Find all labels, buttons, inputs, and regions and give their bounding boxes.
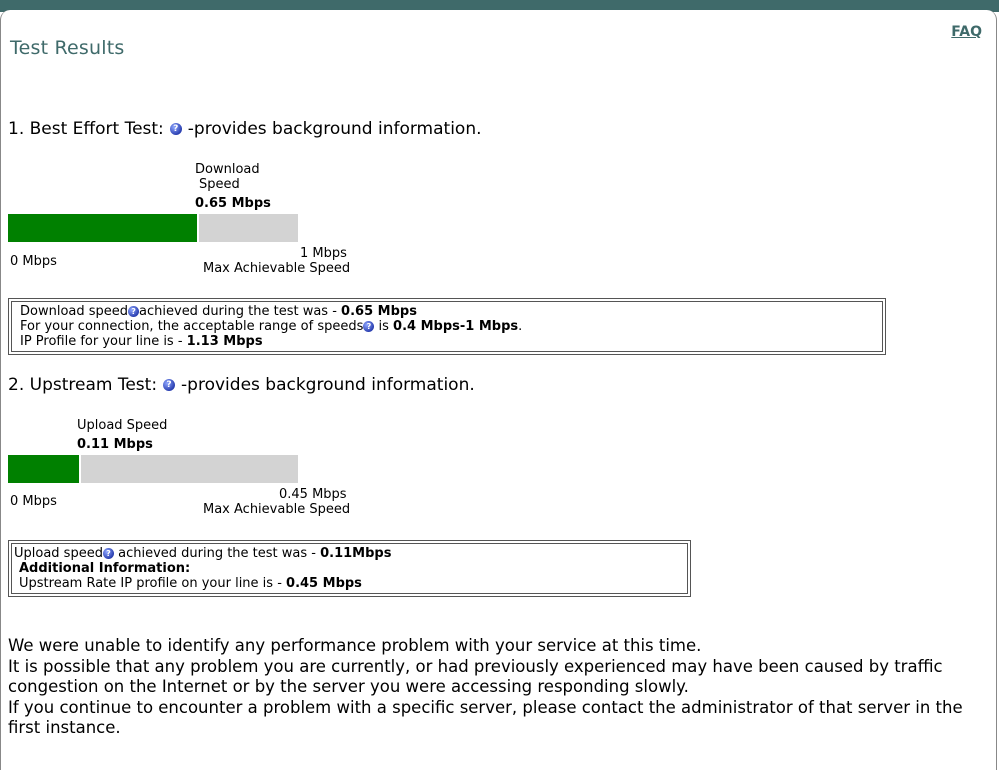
help-icon[interactable]: ?	[363, 321, 375, 332]
download-info-line-2: For your connection, the acceptable rang…	[20, 319, 523, 334]
upload-speed-bar	[8, 455, 298, 483]
upload-max-value: 0.45 Mbps	[279, 487, 347, 502]
upload-speed-label: Upload Speed	[77, 418, 168, 433]
best-effort-heading-suffix: -provides background information.	[187, 119, 482, 139]
summary-text: We were unable to identify any performan…	[8, 636, 983, 739]
upload-info-line-1: Upload speed? achieved during the test w…	[14, 546, 392, 561]
upload-info-box: Upload speed? achieved during the test w…	[8, 540, 691, 597]
upload-speed-bar-fill	[8, 455, 81, 483]
summary-line-3: If you continue to encounter a problem w…	[8, 697, 963, 738]
download-max-value: 1 Mbps	[300, 246, 347, 261]
page-title: Test Results	[10, 37, 125, 59]
upload-speed-value: 0.11 Mbps	[77, 437, 153, 452]
download-speed-value: 0.65 Mbps	[195, 196, 271, 211]
best-effort-heading-label: 1. Best Effort Test:	[8, 119, 164, 139]
help-icon[interactable]: ?	[128, 306, 140, 317]
upstream-heading-label: 2. Upstream Test:	[8, 375, 158, 395]
download-speed-label: Download Speed	[195, 162, 260, 192]
download-info-line-1: Download speed? achieved during the test …	[20, 304, 417, 319]
download-speed-bar	[8, 214, 298, 242]
best-effort-heading: 1. Best Effort Test: ? -provides backgro…	[8, 119, 482, 139]
summary-line-2: It is possible that any problem you are …	[8, 656, 943, 697]
upload-max-label: Max Achievable Speed	[203, 502, 351, 517]
download-min-label: 0 Mbps	[10, 254, 57, 269]
download-info-box: Download speed? achieved during the test …	[8, 298, 886, 355]
download-speed-bar-fill	[8, 214, 199, 242]
help-icon[interactable]: ?	[163, 379, 176, 391]
upstream-heading: 2. Upstream Test: ? -provides background…	[8, 375, 475, 395]
download-info-line-3: IP Profile for your line is - 1.13 Mbps	[20, 334, 263, 349]
upload-min-label: 0 Mbps	[10, 494, 57, 509]
upload-info-line-3: Upstream Rate IP profile on your line is…	[19, 576, 362, 591]
upstream-heading-suffix: -provides background information.	[181, 375, 475, 395]
faq-link[interactable]: FAQ	[951, 24, 982, 40]
download-max-label: Max Achievable Speed	[203, 261, 351, 276]
help-icon[interactable]: ?	[102, 548, 114, 559]
help-icon[interactable]: ?	[169, 123, 182, 135]
upload-info-line-2: Additional Information:	[19, 561, 191, 576]
summary-line-1: We were unable to identify any performan…	[8, 636, 702, 655]
